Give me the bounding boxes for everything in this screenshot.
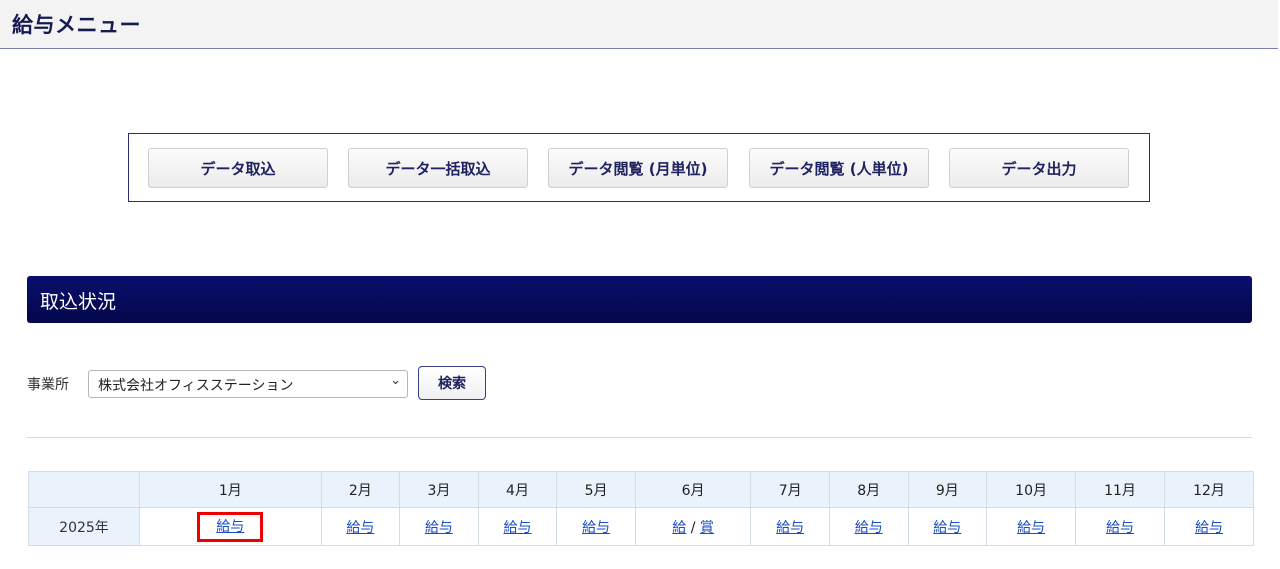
menu-panel: データ取込 データ一括取込 データ閲覧 (月単位) データ閲覧 (人単位) デー… — [128, 133, 1150, 202]
data-import-button[interactable]: データ取込 — [148, 148, 328, 188]
month-header: 1月 — [139, 471, 322, 508]
payroll-link[interactable]: 給与 — [216, 519, 244, 535]
salary-link[interactable]: 給 — [672, 520, 686, 536]
table-corner — [28, 471, 140, 508]
bonus-link[interactable]: 賞 — [700, 520, 714, 536]
page-title: 給与メニュー — [12, 13, 141, 37]
divider — [27, 437, 1252, 438]
view-by-month-button[interactable]: データ閲覧 (月単位) — [548, 148, 728, 188]
payroll-link[interactable]: 給与 — [1106, 520, 1134, 536]
month-header: 5月 — [556, 471, 636, 508]
month-cell: 給与 — [477, 507, 558, 546]
month-cell: 給与 — [907, 507, 988, 546]
year-label: 2025年 — [28, 507, 140, 546]
month-cell: 給与 — [320, 507, 401, 546]
office-label: 事業所 — [27, 377, 69, 393]
payroll-link[interactable]: 給与 — [425, 520, 453, 536]
import-status-table: 1月 2月 3月 4月 5月 6月 7月 8月 9月 10月 11月 12月 2… — [28, 471, 1254, 546]
month-header: 3月 — [399, 471, 479, 508]
month-header: 11月 — [1075, 471, 1165, 508]
section-header: 取込状況 — [27, 276, 1252, 323]
search-button[interactable]: 検索 — [418, 366, 486, 400]
bulk-import-button[interactable]: データ一括取込 — [348, 148, 528, 188]
month-header: 10月 — [986, 471, 1077, 508]
table-header-row: 1月 2月 3月 4月 5月 6月 7月 8月 9月 10月 11月 12月 — [28, 471, 1254, 508]
link-separator: / — [690, 519, 696, 536]
month-header: 2月 — [320, 471, 401, 508]
month-cell: 給与 — [399, 507, 479, 546]
month-header: 9月 — [907, 471, 988, 508]
payroll-link[interactable]: 給与 — [582, 520, 610, 536]
payroll-link[interactable]: 給与 — [346, 520, 374, 536]
payroll-link[interactable]: 給与 — [776, 520, 804, 536]
month-cell: 給与 — [139, 507, 322, 546]
payroll-link[interactable]: 給与 — [855, 520, 883, 536]
payroll-link[interactable]: 給与 — [503, 520, 531, 536]
data-export-button[interactable]: データ出力 — [949, 148, 1129, 188]
office-select-value: 株式会社オフィスステーション — [98, 378, 294, 394]
month-header: 7月 — [750, 471, 830, 508]
payroll-link[interactable]: 給与 — [1195, 520, 1223, 536]
highlight-box: 給与 — [197, 511, 264, 542]
month-cell: 給与 — [828, 507, 909, 546]
month-cell: 給 / 賞 — [634, 507, 752, 546]
month-cell: 給与 — [556, 507, 636, 546]
view-by-person-button[interactable]: データ閲覧 (人単位) — [749, 148, 929, 188]
office-select[interactable]: 株式会社オフィスステーション ⌄ — [88, 370, 408, 398]
chevron-down-icon: ⌄ — [390, 373, 401, 388]
month-cell: 給与 — [986, 507, 1077, 546]
table-row: 2025年 給与 給与 給与 給与 給与 給 / 賞 給与 給与 給与 給与 給… — [28, 507, 1254, 546]
section-title: 取込状況 — [40, 291, 117, 313]
payroll-link[interactable]: 給与 — [1017, 520, 1045, 536]
month-cell: 給与 — [1075, 507, 1165, 546]
month-cell: 給与 — [750, 507, 830, 546]
month-header: 8月 — [828, 471, 909, 508]
month-header: 4月 — [477, 471, 558, 508]
month-header: 6月 — [634, 471, 752, 508]
month-header: 12月 — [1164, 471, 1254, 508]
month-cell: 給与 — [1164, 507, 1254, 546]
page-header: 給与メニュー — [0, 0, 1278, 49]
payroll-link[interactable]: 給与 — [933, 520, 961, 536]
